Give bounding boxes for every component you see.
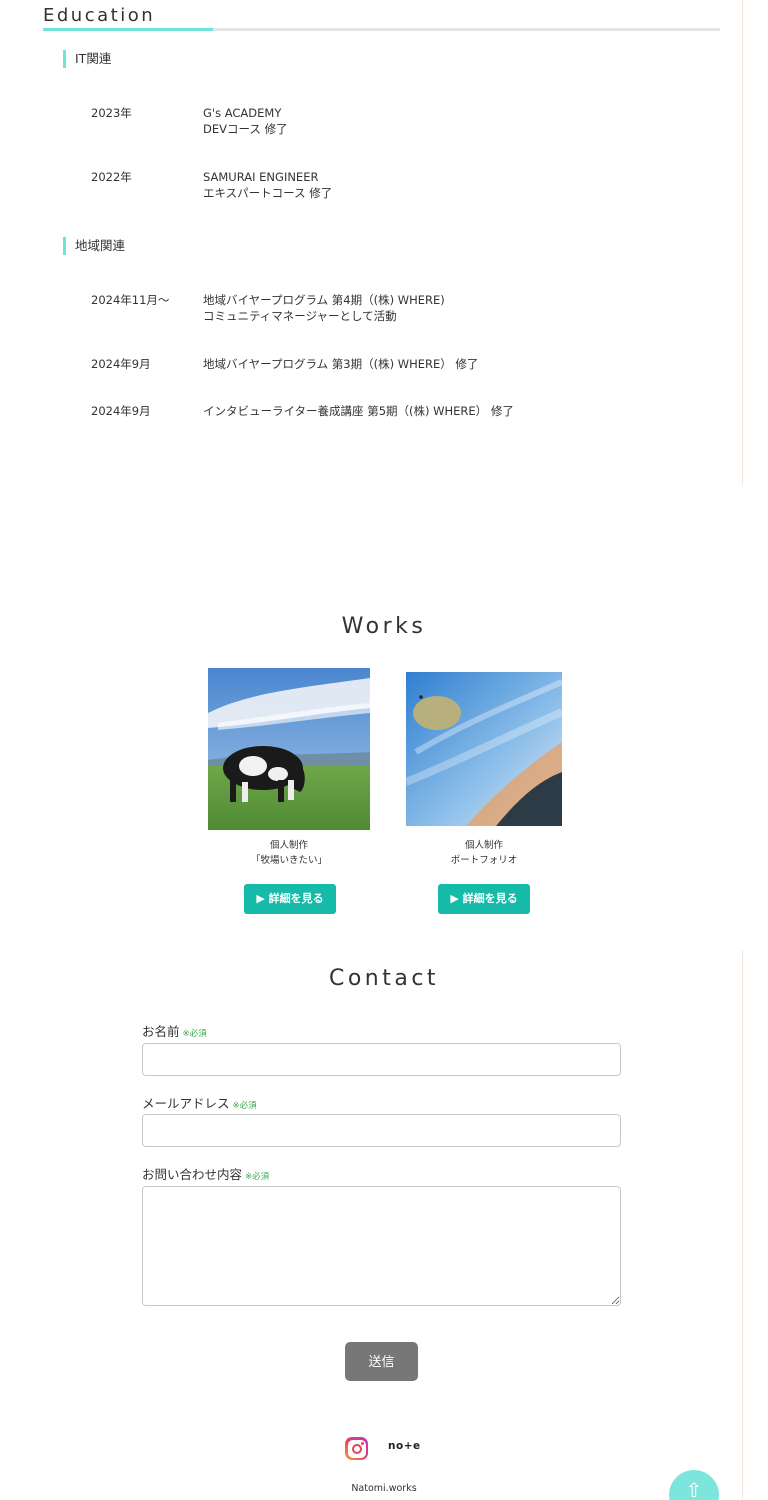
work-image-portfolio[interactable] [406,672,562,826]
right-divider [742,0,743,485]
entry-description: インタビューライター養成講座 第5期（(株) WHERE） 修了 [203,404,514,418]
education-underline [43,28,720,31]
entry-description: SAMURAI ENGINEER エキスパートコース 修了 [203,170,333,200]
entry-description: G's ACADEMY DEVコース 修了 [203,106,288,136]
right-divider [742,950,743,1500]
entry-year: 2024年9月 [91,357,151,371]
entry-description: 地域バイヤープログラム 第3期（(株) WHERE） 修了 [203,357,479,371]
required-mark: ※必須 [182,1029,207,1039]
entry-year: 2023年 [91,106,132,120]
education-underline-accent [43,28,213,31]
message-textarea[interactable] [142,1186,621,1306]
email-input[interactable] [142,1114,621,1147]
required-mark: ※必須 [245,1172,270,1182]
submit-button[interactable]: 送信 [345,1342,418,1381]
cow-pasture-image [208,668,370,830]
instagram-icon-inner [347,1439,366,1458]
instagram-icon-ring [351,1443,362,1454]
name-label: お名前 ※必須 [142,1021,207,1040]
email-label: メールアドレス ※必須 [142,1093,257,1112]
message-label-text: お問い合わせ内容 [142,1167,243,1182]
footer-site-name: Natomi.works [351,1483,417,1494]
entry-year: 2024年11月〜 [91,293,170,307]
work-detail-button[interactable]: ▶ 詳細を見る [244,884,336,914]
work-image-cow[interactable] [208,668,370,830]
entry-year: 2022年 [91,170,132,184]
back-to-top-button[interactable]: ⇧ [669,1470,719,1500]
work-caption: 個人制作 ポートフォリオ [450,840,518,866]
work-caption: 個人制作 「牧場いきたい」 [250,840,327,866]
entry-description: 地域バイヤープログラム 第4期（(株) WHERE) コミュニティマネージャーと… [203,293,445,323]
note-icon[interactable]: no+e [388,1440,421,1452]
sky-portfolio-image [406,672,562,826]
required-mark: ※必須 [232,1101,257,1111]
instagram-icon-dot [360,1441,364,1445]
contact-title: Contact [328,966,440,991]
works-title: Works [341,614,427,639]
work-detail-button[interactable]: ▶ 詳細を見る [438,884,530,914]
subheading-it: IT関連 [63,50,111,68]
arrow-up-icon: ⇧ [685,1478,703,1500]
instagram-icon[interactable] [345,1437,368,1460]
message-label: お問い合わせ内容 ※必須 [142,1164,269,1183]
name-label-text: お名前 [142,1024,180,1039]
name-input[interactable] [142,1043,621,1076]
email-label-text: メールアドレス [142,1096,230,1111]
entry-year: 2024年9月 [91,404,151,418]
education-title: Education [43,5,156,26]
subheading-region: 地域関連 [63,237,125,255]
